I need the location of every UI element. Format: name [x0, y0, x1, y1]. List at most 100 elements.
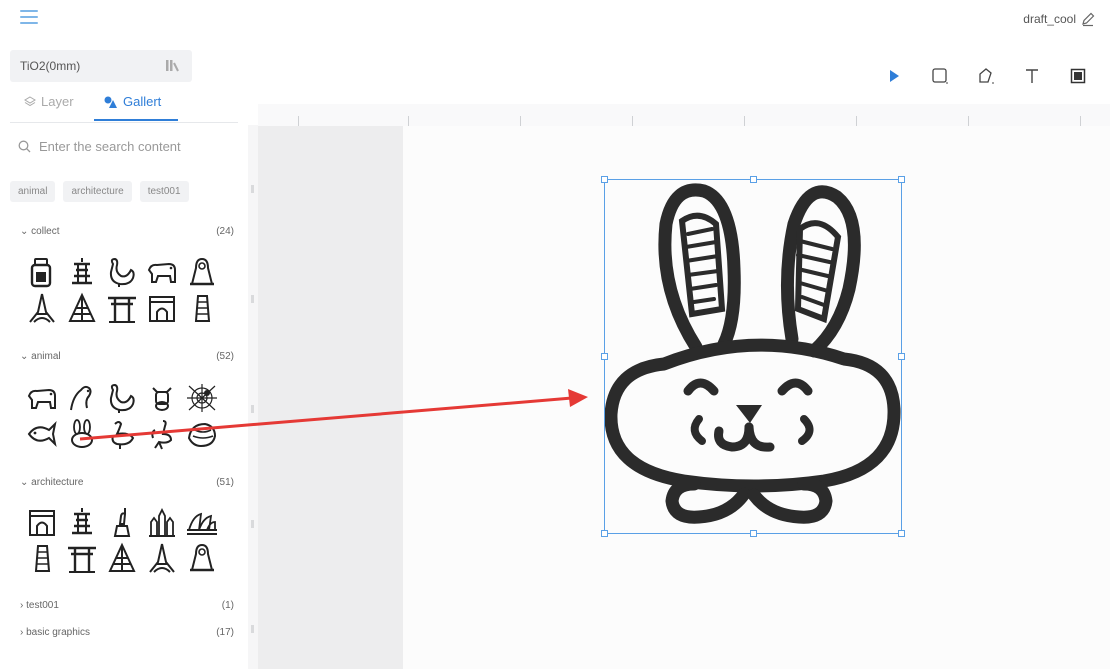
gallery-shapes-icon	[104, 96, 117, 108]
ruler-mark	[251, 295, 254, 303]
ruler-mark	[251, 625, 254, 633]
tag-list: animal architecture test001	[10, 181, 189, 202]
ruler-mark	[251, 405, 254, 413]
resize-handle[interactable]	[898, 353, 905, 360]
sidebar-tabs: Layer Gallert	[10, 88, 238, 123]
section-collect-label: collect	[31, 226, 60, 237]
active-tab-indicator	[94, 119, 178, 121]
animal-icon-grid	[24, 381, 222, 453]
tiger-icon[interactable]	[24, 381, 60, 415]
ostrich-icon[interactable]	[144, 417, 180, 451]
ruler-tick	[1080, 116, 1081, 126]
select-arrow-icon[interactable]	[880, 62, 908, 90]
section-test001-header[interactable]: › test001 (1)	[20, 600, 234, 611]
section-animal-count: (52)	[216, 351, 234, 362]
cow-icon[interactable]	[144, 381, 180, 415]
ruler-tick	[520, 116, 521, 126]
spider-web-icon[interactable]	[184, 381, 220, 415]
project-name[interactable]: draft_cool	[1023, 12, 1076, 26]
collapse-arrow-icon: ⌄	[20, 477, 32, 488]
pyramid-icon[interactable]	[104, 541, 140, 575]
resize-handle[interactable]	[601, 530, 608, 537]
sphinx-icon[interactable]	[184, 255, 220, 289]
text-tool-icon[interactable]	[1018, 62, 1046, 90]
castle-icon[interactable]	[144, 505, 180, 539]
pangolin-icon[interactable]	[184, 417, 220, 451]
resize-handle[interactable]	[750, 176, 757, 183]
ruler-mark	[251, 520, 254, 528]
tag-test001[interactable]: test001	[139, 181, 189, 202]
ruler-tick	[968, 116, 969, 126]
tab-layer[interactable]: Layer	[24, 94, 74, 109]
leaning-tower-icon[interactable]	[24, 541, 60, 575]
resize-handle[interactable]	[601, 176, 608, 183]
pyramid-icon[interactable]	[64, 291, 100, 325]
collect-icon-grid	[24, 255, 222, 327]
polygon-tool-icon[interactable]	[972, 62, 1000, 90]
material-library-icon[interactable]	[164, 58, 180, 74]
resize-handle[interactable]	[898, 530, 905, 537]
selection-box[interactable]	[601, 176, 905, 537]
torii-gate-icon[interactable]	[104, 291, 140, 325]
ruler-tick	[632, 116, 633, 126]
eiffel-tower-icon[interactable]	[144, 541, 180, 575]
tiger-icon[interactable]	[144, 255, 180, 289]
bottle-icon[interactable]	[24, 255, 60, 289]
pagoda-icon[interactable]	[64, 255, 100, 289]
hen-icon[interactable]	[104, 255, 140, 289]
rabbit-icon[interactable]	[64, 417, 100, 451]
resize-handle[interactable]	[898, 176, 905, 183]
arc-de-triomphe-icon[interactable]	[144, 291, 180, 325]
frame-tool-icon[interactable]	[1064, 62, 1092, 90]
ruler-tick	[744, 116, 745, 126]
vertical-ruler	[248, 125, 258, 669]
sphinx-icon[interactable]	[184, 541, 220, 575]
layers-icon	[24, 95, 36, 106]
leaning-tower-icon[interactable]	[184, 291, 220, 325]
section-collect-count: (24)	[216, 226, 234, 237]
section-basic-graphics-header[interactable]: › basic graphics (17)	[20, 627, 234, 638]
rectangle-tool-icon[interactable]	[926, 62, 954, 90]
section-basic-graphics-count: (17)	[216, 627, 234, 638]
section-architecture-label: architecture	[31, 477, 84, 488]
tab-gallery[interactable]: Gallert	[102, 94, 161, 109]
tag-animal[interactable]: animal	[10, 181, 56, 202]
eiffel-tower-icon[interactable]	[24, 291, 60, 325]
ruler-tick	[856, 116, 857, 126]
ruler-tick	[408, 116, 409, 126]
section-basic-graphics-label: basic graphics	[26, 627, 91, 638]
section-collect-header[interactable]: ⌄ collect (24)	[20, 226, 234, 237]
resize-handle[interactable]	[750, 530, 757, 537]
arc-de-triomphe-icon[interactable]	[24, 505, 60, 539]
pencil-icon[interactable]	[1080, 11, 1096, 27]
fish-icon[interactable]	[24, 417, 60, 451]
tab-gallery-label: Gallert	[123, 94, 162, 109]
material-label: TiO2(0mm)	[20, 59, 81, 73]
architecture-icon-grid	[24, 505, 222, 577]
section-architecture-header[interactable]: ⌄ architecture (51)	[20, 477, 234, 488]
horizontal-ruler	[258, 104, 1110, 127]
material-selector[interactable]: TiO2(0mm)	[10, 50, 192, 82]
section-architecture-count: (51)	[216, 477, 234, 488]
drawing-toolbar	[880, 62, 1092, 90]
workspace-background	[258, 126, 403, 669]
resize-handle[interactable]	[601, 353, 608, 360]
ruler-mark	[251, 185, 254, 193]
pagoda-icon[interactable]	[64, 505, 100, 539]
statue-of-liberty-icon[interactable]	[104, 505, 140, 539]
search-input[interactable]: Enter the search content	[18, 139, 181, 154]
section-animal-header[interactable]: ⌄ animal (52)	[20, 351, 234, 362]
search-placeholder: Enter the search content	[39, 139, 181, 154]
swan-icon[interactable]	[104, 417, 140, 451]
torii-gate-icon[interactable]	[64, 541, 100, 575]
search-icon	[18, 140, 31, 153]
tag-architecture[interactable]: architecture	[63, 181, 132, 202]
hamburger-menu-icon[interactable]	[20, 10, 38, 24]
ruler-tick	[298, 116, 299, 126]
opera-house-icon[interactable]	[184, 505, 220, 539]
hen-icon[interactable]	[104, 381, 140, 415]
section-animal-label: animal	[31, 351, 61, 362]
tab-layer-label: Layer	[41, 94, 74, 109]
collapse-arrow-icon: ⌄	[20, 351, 32, 362]
rooster-icon[interactable]	[64, 381, 100, 415]
